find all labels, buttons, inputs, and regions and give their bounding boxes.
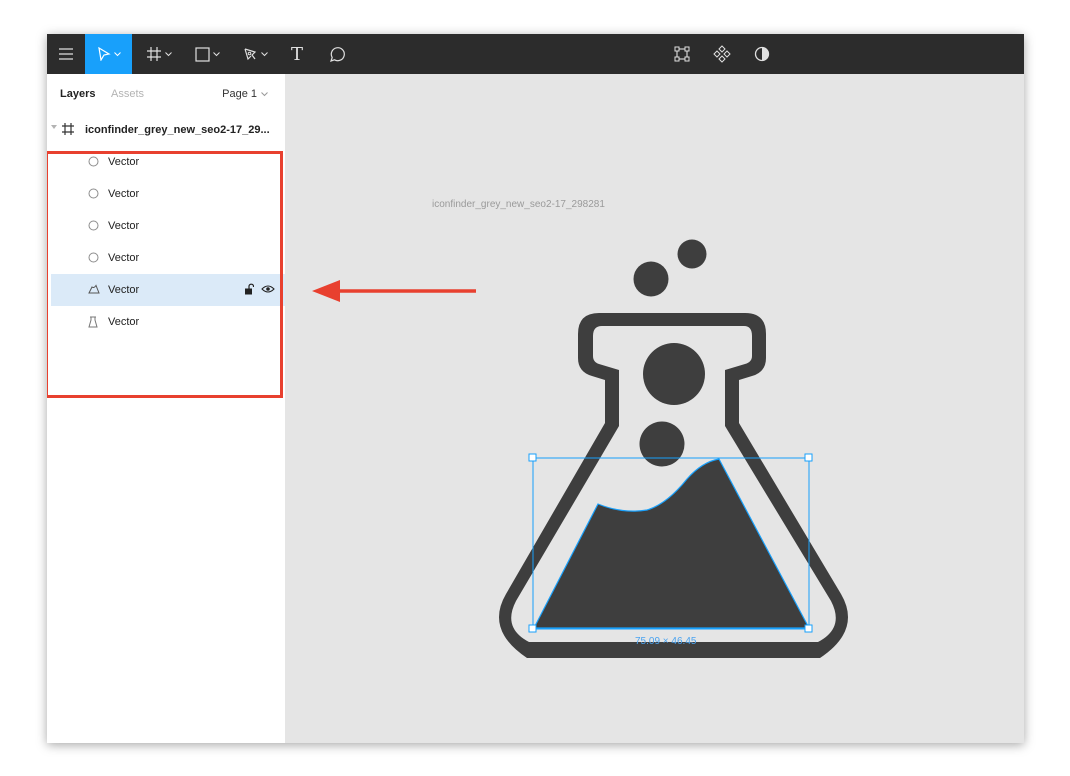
resize-handle[interactable]: [528, 453, 537, 462]
resize-handle[interactable]: [528, 624, 537, 633]
bubble-lower: [639, 421, 685, 467]
selection-dimensions: 75.09 × 46.45: [635, 636, 697, 647]
bubble-small: [677, 239, 707, 269]
annotation-arrow: [312, 280, 476, 302]
bubble-medium: [633, 261, 669, 297]
figma-window: T Layers Assets Page 1 iconfinder_grey_n…: [47, 34, 1024, 743]
resize-handle[interactable]: [804, 453, 813, 462]
canvas: [312, 239, 848, 658]
resize-handle[interactable]: [804, 624, 813, 633]
frame-title-label[interactable]: iconfinder_grey_new_seo2-17_298281: [432, 199, 605, 210]
bubble-large: [643, 343, 705, 405]
